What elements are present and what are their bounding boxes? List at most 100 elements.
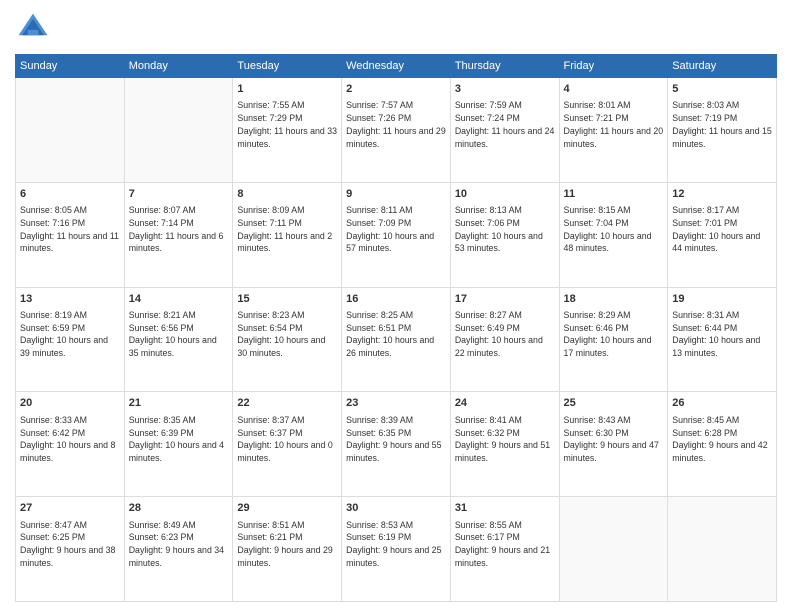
day-info: Sunrise: 7:59 AM Sunset: 7:24 PM Dayligh…	[455, 99, 555, 150]
day-number: 3	[455, 82, 555, 97]
weekday-header: Sunday	[16, 55, 125, 78]
day-info: Sunrise: 8:27 AM Sunset: 6:49 PM Dayligh…	[455, 309, 555, 360]
calendar-cell: 21Sunrise: 8:35 AM Sunset: 6:39 PM Dayli…	[124, 392, 233, 497]
day-info: Sunrise: 7:57 AM Sunset: 7:26 PM Dayligh…	[346, 99, 446, 150]
logo-icon	[15, 10, 51, 46]
day-info: Sunrise: 7:55 AM Sunset: 7:29 PM Dayligh…	[237, 99, 337, 150]
calendar-cell: 1 Sunrise: 7:55 AM Sunset: 7:29 PM Daylig…	[233, 78, 342, 183]
day-number: 5	[672, 82, 772, 97]
day-number: 10	[455, 187, 555, 202]
calendar-cell: 3 Sunrise: 7:59 AM Sunset: 7:24 PM Daylig…	[450, 78, 559, 183]
day-info: Sunrise: 8:09 AM Sunset: 7:11 PM Dayligh…	[237, 204, 337, 255]
day-info: Sunrise: 8:43 AM Sunset: 6:30 PM Dayligh…	[564, 414, 664, 465]
calendar-cell: 15 Sunrise: 8:23 AM Sunset: 6:54 PM Dayli…	[233, 287, 342, 392]
calendar-cell: 2 Sunrise: 7:57 AM Sunset: 7:26 PM Daylig…	[342, 78, 451, 183]
day-number: 18	[564, 292, 664, 307]
day-number: 27	[20, 501, 120, 516]
calendar-header-row: SundayMondayTuesdayWednesdayThursdayFrid…	[16, 55, 777, 78]
calendar-cell: 9 Sunrise: 8:11 AM Sunset: 7:09 PM Daylig…	[342, 182, 451, 287]
day-info: Sunrise: 8:31 AM Sunset: 6:44 PM Dayligh…	[672, 309, 772, 360]
day-number: 30	[346, 501, 446, 516]
day-number: 8	[237, 187, 337, 202]
day-number: 22	[237, 396, 337, 411]
day-info: Sunrise: 8:03 AM Sunset: 7:19 PM Dayligh…	[672, 99, 772, 150]
day-info: Sunrise: 8:17 AM Sunset: 7:01 PM Dayligh…	[672, 204, 772, 255]
calendar-cell: 31 Sunrise: 8:55 AM Sunset: 6:17 PM Dayli…	[450, 497, 559, 602]
day-info: Sunrise: 8:19 AM Sunset: 6:59 PM Dayligh…	[20, 309, 120, 360]
day-number: 20	[20, 396, 120, 411]
page: SundayMondayTuesdayWednesdayThursdayFrid…	[0, 0, 792, 612]
day-info: Sunrise: 8:39 AM Sunset: 6:35 PM Dayligh…	[346, 414, 446, 465]
calendar-cell: 22 Sunrise: 8:37 AM Sunset: 6:37 PM Dayli…	[233, 392, 342, 497]
day-number: 11	[564, 187, 664, 202]
weekday-header: Wednesday	[342, 55, 451, 78]
day-number: 15	[237, 292, 337, 307]
calendar-cell: 7 Sunrise: 8:07 AM Sunset: 7:14 PM Daylig…	[124, 182, 233, 287]
day-info: Sunrise: 8:33 AM Sunset: 6:42 PM Dayligh…	[20, 414, 120, 465]
logo	[15, 10, 55, 46]
day-info: Sunrise: 8:07 AM Sunset: 7:14 PM Dayligh…	[129, 204, 229, 255]
day-number: 26	[672, 396, 772, 411]
day-number: 13	[20, 292, 120, 307]
calendar-cell: 25Sunrise: 8:43 AM Sunset: 6:30 PM Dayli…	[559, 392, 668, 497]
calendar-cell: 16 Sunrise: 8:25 AM Sunset: 6:51 PM Dayli…	[342, 287, 451, 392]
calendar: SundayMondayTuesdayWednesdayThursdayFrid…	[15, 54, 777, 602]
day-number: 4	[564, 82, 664, 97]
day-number: 6	[20, 187, 120, 202]
calendar-cell: 17 Sunrise: 8:27 AM Sunset: 6:49 PM Dayli…	[450, 287, 559, 392]
calendar-week-row: 13 Sunrise: 8:19 AM Sunset: 6:59 PM Dayli…	[16, 287, 777, 392]
calendar-cell: 23 Sunrise: 8:39 AM Sunset: 6:35 PM Dayli…	[342, 392, 451, 497]
calendar-cell: 26 Sunrise: 8:45 AM Sunset: 6:28 PM Dayli…	[668, 392, 777, 497]
day-number: 29	[237, 501, 337, 516]
calendar-cell: 4 Sunrise: 8:01 AM Sunset: 7:21 PM Daylig…	[559, 78, 668, 183]
day-info: Sunrise: 8:13 AM Sunset: 7:06 PM Dayligh…	[455, 204, 555, 255]
weekday-header: Saturday	[668, 55, 777, 78]
weekday-header: Friday	[559, 55, 668, 78]
header	[15, 10, 777, 46]
calendar-week-row: 20 Sunrise: 8:33 AM Sunset: 6:42 PM Dayli…	[16, 392, 777, 497]
day-info: Sunrise: 8:53 AM Sunset: 6:19 PM Dayligh…	[346, 519, 446, 570]
calendar-cell: 11Sunrise: 8:15 AM Sunset: 7:04 PM Dayli…	[559, 182, 668, 287]
day-info: Sunrise: 8:23 AM Sunset: 6:54 PM Dayligh…	[237, 309, 337, 360]
day-number: 17	[455, 292, 555, 307]
day-info: Sunrise: 8:47 AM Sunset: 6:25 PM Dayligh…	[20, 519, 120, 570]
day-number: 16	[346, 292, 446, 307]
day-info: Sunrise: 8:41 AM Sunset: 6:32 PM Dayligh…	[455, 414, 555, 465]
day-info: Sunrise: 8:51 AM Sunset: 6:21 PM Dayligh…	[237, 519, 337, 570]
day-number: 14	[129, 292, 229, 307]
day-info: Sunrise: 8:37 AM Sunset: 6:37 PM Dayligh…	[237, 414, 337, 465]
day-number: 31	[455, 501, 555, 516]
calendar-cell: 14Sunrise: 8:21 AM Sunset: 6:56 PM Dayli…	[124, 287, 233, 392]
calendar-cell: 18 Sunrise: 8:29 AM Sunset: 6:46 PM Dayli…	[559, 287, 668, 392]
day-info: Sunrise: 8:11 AM Sunset: 7:09 PM Dayligh…	[346, 204, 446, 255]
day-number: 19	[672, 292, 772, 307]
calendar-week-row: 27 Sunrise: 8:47 AM Sunset: 6:25 PM Dayli…	[16, 497, 777, 602]
day-info: Sunrise: 8:29 AM Sunset: 6:46 PM Dayligh…	[564, 309, 664, 360]
day-number: 7	[129, 187, 229, 202]
calendar-cell: 8 Sunrise: 8:09 AM Sunset: 7:11 PM Daylig…	[233, 182, 342, 287]
day-number: 9	[346, 187, 446, 202]
day-info: Sunrise: 8:35 AM Sunset: 6:39 PM Dayligh…	[129, 414, 229, 465]
day-number: 2	[346, 82, 446, 97]
calendar-cell: 24Sunrise: 8:41 AM Sunset: 6:32 PM Dayli…	[450, 392, 559, 497]
day-number: 12	[672, 187, 772, 202]
calendar-cell	[668, 497, 777, 602]
day-info: Sunrise: 8:01 AM Sunset: 7:21 PM Dayligh…	[564, 99, 664, 150]
calendar-week-row: 1 Sunrise: 7:55 AM Sunset: 7:29 PM Daylig…	[16, 78, 777, 183]
calendar-cell: 12 Sunrise: 8:17 AM Sunset: 7:01 PM Dayli…	[668, 182, 777, 287]
day-info: Sunrise: 8:05 AM Sunset: 7:16 PM Dayligh…	[20, 204, 120, 255]
day-info: Sunrise: 8:55 AM Sunset: 6:17 PM Dayligh…	[455, 519, 555, 570]
calendar-cell: 20 Sunrise: 8:33 AM Sunset: 6:42 PM Dayli…	[16, 392, 125, 497]
day-info: Sunrise: 8:25 AM Sunset: 6:51 PM Dayligh…	[346, 309, 446, 360]
calendar-cell: 28Sunrise: 8:49 AM Sunset: 6:23 PM Dayli…	[124, 497, 233, 602]
calendar-week-row: 6 Sunrise: 8:05 AM Sunset: 7:16 PM Daylig…	[16, 182, 777, 287]
calendar-cell	[559, 497, 668, 602]
calendar-cell	[16, 78, 125, 183]
day-info: Sunrise: 8:45 AM Sunset: 6:28 PM Dayligh…	[672, 414, 772, 465]
calendar-cell: 30 Sunrise: 8:53 AM Sunset: 6:19 PM Dayli…	[342, 497, 451, 602]
day-number: 1	[237, 82, 337, 97]
day-number: 23	[346, 396, 446, 411]
calendar-cell: 19 Sunrise: 8:31 AM Sunset: 6:44 PM Dayli…	[668, 287, 777, 392]
weekday-header: Thursday	[450, 55, 559, 78]
calendar-cell	[124, 78, 233, 183]
